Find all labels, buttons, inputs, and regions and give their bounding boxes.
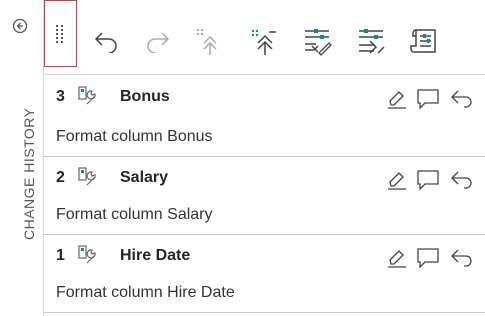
redo-button[interactable] [144,26,174,56]
edit-icon[interactable] [386,169,408,191]
entry-description: Format column Hire Date [56,284,235,301]
format-column-icon [78,245,98,265]
revert-icon[interactable] [449,88,475,110]
comment-icon[interactable] [416,88,440,110]
move-to-top-icon [197,29,217,55]
entry-number: 2 [56,169,65,186]
redo-icon [147,32,170,53]
entry-column-name: Hire Date [120,247,191,264]
change-history-panel: 3 Bonus Format column Bonus 2 Salary For… [44,0,485,316]
move-to-top-button[interactable] [194,26,224,56]
comment-icon[interactable] [416,247,440,269]
divider [44,312,485,313]
drag-handle[interactable] [44,0,77,67]
undo-button[interactable] [90,26,120,56]
panel-title: CHANGE HISTORY [21,107,37,240]
undo-icon [94,32,117,53]
entry-column-name: Salary [120,169,169,186]
edit-icon[interactable] [386,247,408,269]
replay-icon [359,29,385,54]
comment-icon[interactable] [416,169,440,191]
apply-icon [305,29,332,56]
change-history-sidebar: CHANGE HISTORY [0,0,44,316]
entry-number: 3 [56,88,65,105]
entry-column-name: Bonus [120,88,170,105]
entry-number: 1 [56,247,65,264]
script-button[interactable] [408,26,438,56]
entry-description: Format column Bonus [56,128,213,145]
collapse-panel-icon[interactable] [12,18,28,34]
script-icon [410,29,436,53]
replay-button[interactable] [356,26,386,56]
expand-all-icon [252,30,276,55]
revert-icon[interactable] [449,169,475,191]
entry-description: Format column Salary [56,206,213,223]
apply-button[interactable] [302,26,332,56]
drag-handle-icon [56,25,63,43]
revert-icon[interactable] [449,247,475,269]
format-column-icon [78,167,98,187]
edit-icon[interactable] [386,88,408,110]
expand-all-button[interactable] [249,26,279,56]
format-column-icon [78,86,98,106]
toolbar [44,0,485,75]
